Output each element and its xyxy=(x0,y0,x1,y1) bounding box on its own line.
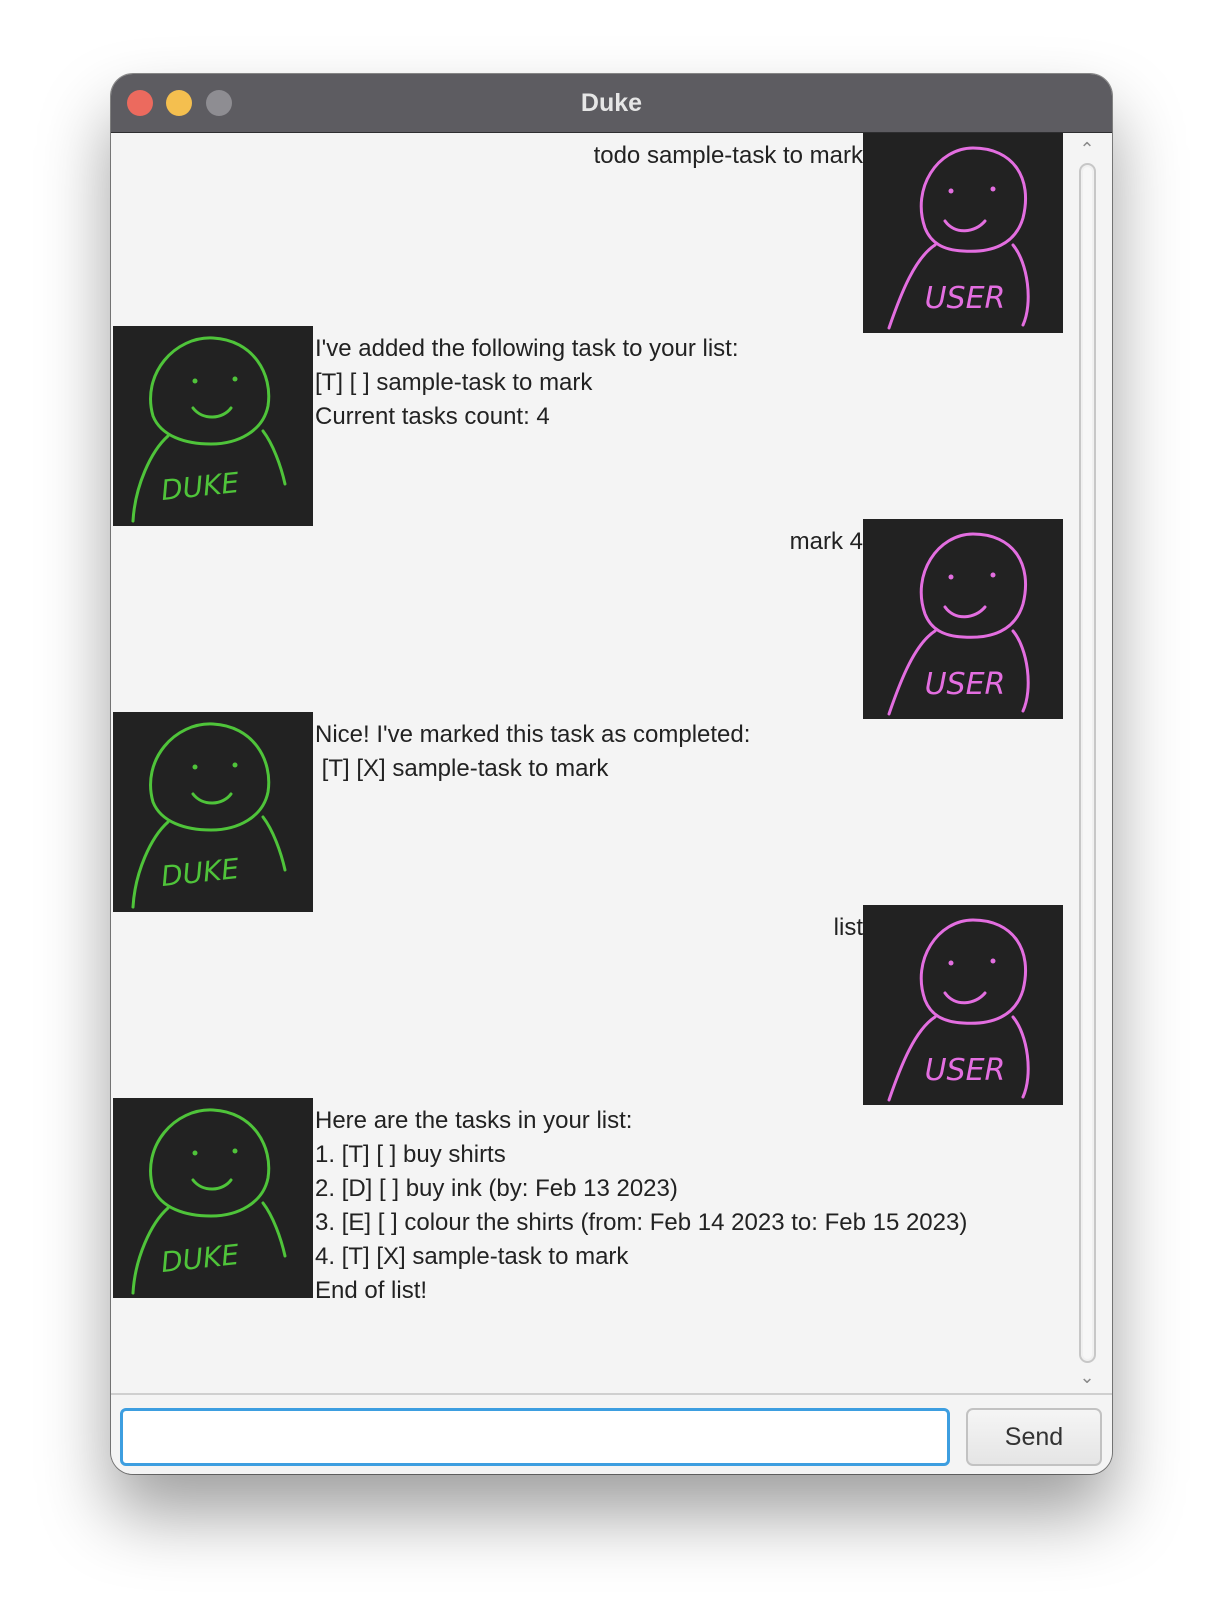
vertical-scrollbar[interactable]: ⌃ ⌄ xyxy=(1066,133,1112,1393)
scrollbar-track[interactable] xyxy=(1079,163,1096,1363)
user-dialog-box: list USER xyxy=(111,905,1066,1105)
scroll-up-icon[interactable]: ⌃ xyxy=(1075,139,1099,159)
user-avatar: USER xyxy=(863,905,1063,1105)
user-message: list xyxy=(833,914,863,941)
duke-message: I've added the following task to your li… xyxy=(315,335,739,430)
duke-avatar: DUKE xyxy=(113,712,313,912)
user-input-field[interactable] xyxy=(120,1408,950,1466)
user-dialog-box: todo sample-task to mark USER xyxy=(111,133,1066,333)
title-bar[interactable]: Duke xyxy=(111,74,1112,133)
dialog-container[interactable]: todo sample-task to mark USER DUKE I've … xyxy=(111,133,1066,1393)
user-message: todo sample-task to mark xyxy=(593,142,863,169)
duke-avatar: DUKE xyxy=(113,326,313,526)
send-button[interactable]: Send xyxy=(966,1408,1102,1466)
duke-message: Nice! I've marked this task as completed… xyxy=(315,721,751,782)
user-avatar-label: USER xyxy=(925,1053,1006,1088)
duke-message: Here are the tasks in your list: 1. [T] … xyxy=(315,1107,968,1304)
window-title: Duke xyxy=(580,89,643,117)
duke-dialog-box: DUKE I've added the following task to yo… xyxy=(111,326,1066,526)
duke-avatar: DUKE xyxy=(113,1098,313,1298)
duke-avatar-label: DUKE xyxy=(159,852,240,893)
input-bar: Send xyxy=(111,1393,1112,1474)
user-avatar-label: USER xyxy=(925,667,1006,702)
duke-avatar-label: DUKE xyxy=(159,1238,240,1279)
user-dialog-box: mark 4 USER xyxy=(111,519,1066,719)
duke-dialog-box: DUKE Here are the tasks in your list: 1.… xyxy=(111,1098,1066,1304)
duke-dialog-box: DUKE Nice! I've marked this task as comp… xyxy=(111,712,1066,912)
user-avatar-label: USER xyxy=(925,281,1006,316)
user-avatar: USER xyxy=(863,133,1063,333)
user-message: mark 4 xyxy=(789,528,863,555)
duke-avatar-label: DUKE xyxy=(159,466,240,507)
scrollbar-thumb[interactable] xyxy=(1083,167,1092,1359)
user-avatar: USER xyxy=(863,519,1063,719)
app-window: Duke todo sample-task to mark USER DUKE … xyxy=(111,74,1112,1474)
scroll-down-icon[interactable]: ⌄ xyxy=(1075,1367,1099,1387)
